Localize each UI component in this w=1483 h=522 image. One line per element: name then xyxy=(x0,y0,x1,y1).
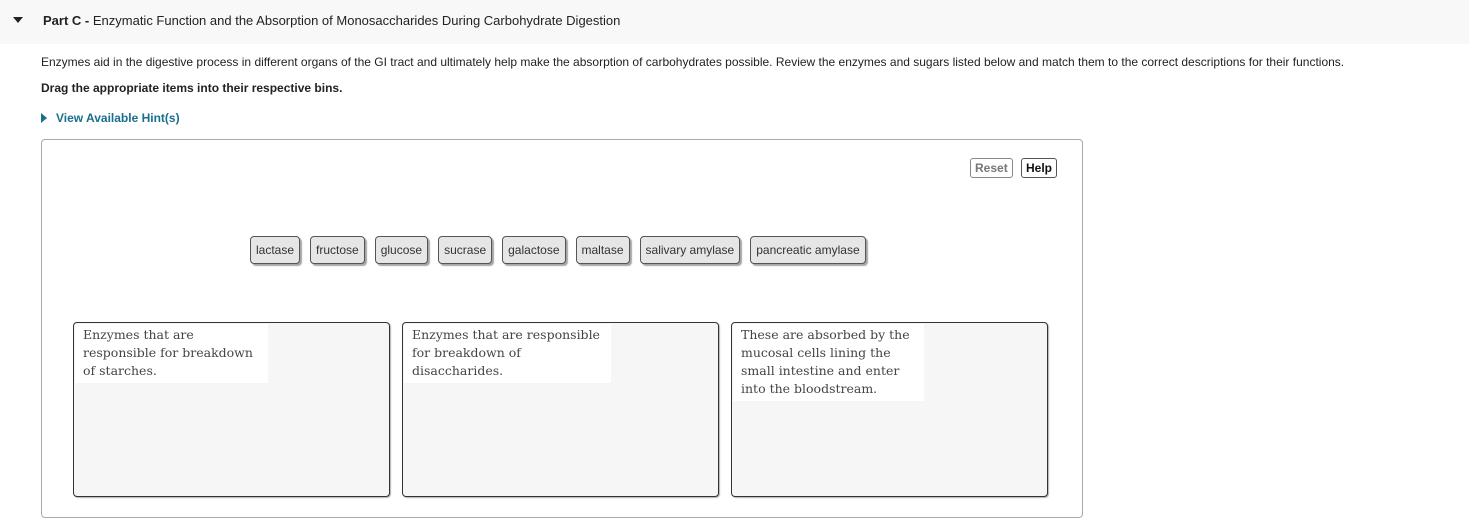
drag-tile[interactable]: sucrase xyxy=(438,236,493,264)
view-hints-link[interactable]: View Available Hint(s) xyxy=(41,111,180,125)
drop-bin-disaccharides[interactable]: Enzymes that are responsible for breakdo… xyxy=(402,322,719,497)
drag-tile[interactable]: lactase xyxy=(250,236,301,264)
drag-tile[interactable]: salivary amylase xyxy=(639,236,741,264)
intro-text: Enzymes aid in the digestive process in … xyxy=(41,55,1345,69)
part-title: Part C - Enzymatic Function and the Abso… xyxy=(43,13,620,28)
collapse-caret-icon[interactable] xyxy=(13,17,23,23)
drag-and-drop-area: Reset Help lactase fructose glucose sucr… xyxy=(41,139,1083,518)
tile-pool: lactase fructose glucose sucrase galacto… xyxy=(250,236,866,264)
drag-tile[interactable]: maltase xyxy=(575,236,630,264)
bin-label: These are absorbed by the mucosal cells … xyxy=(733,324,924,401)
part-label: Part C - xyxy=(43,13,90,28)
drag-tile[interactable]: galactose xyxy=(502,236,566,264)
bin-label: Enzymes that are responsible for breakdo… xyxy=(75,324,268,383)
drag-tile[interactable]: glucose xyxy=(374,236,429,264)
drag-tile[interactable]: pancreatic amylase xyxy=(750,236,866,264)
reset-button[interactable]: Reset xyxy=(970,158,1013,178)
view-hints-label: View Available Hint(s) xyxy=(56,111,180,125)
instruction-text: Drag the appropriate items into their re… xyxy=(41,81,343,95)
part-header: Part C - Enzymatic Function and the Abso… xyxy=(0,0,1469,44)
drop-bin-absorbed[interactable]: These are absorbed by the mucosal cells … xyxy=(731,322,1048,497)
drag-tile[interactable]: fructose xyxy=(310,236,365,264)
part-title-text: Enzymatic Function and the Absorption of… xyxy=(92,13,621,28)
drop-bin-starches[interactable]: Enzymes that are responsible for breakdo… xyxy=(73,322,390,497)
help-button[interactable]: Help xyxy=(1021,158,1058,178)
expand-caret-icon xyxy=(41,113,47,123)
bin-label: Enzymes that are responsible for breakdo… xyxy=(404,324,611,383)
